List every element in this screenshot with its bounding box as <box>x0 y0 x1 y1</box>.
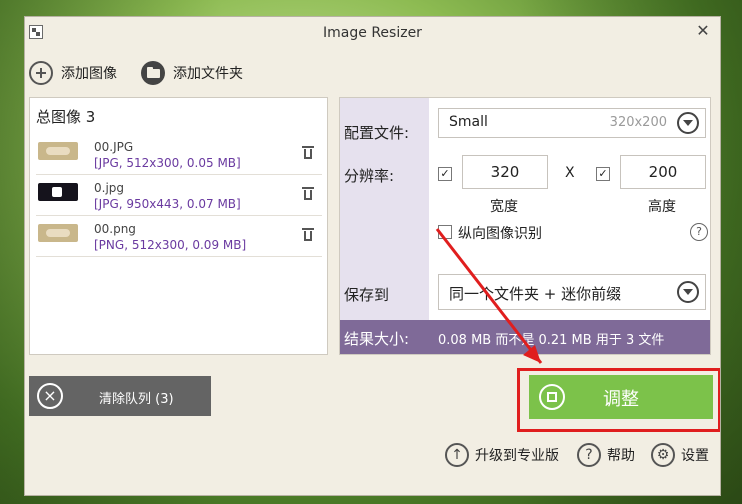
annotation-arrow <box>435 228 543 364</box>
app-window: Image Resizer ✕ 添加图像 添加文件夹 总图像 3 00.JPG … <box>24 16 721 496</box>
